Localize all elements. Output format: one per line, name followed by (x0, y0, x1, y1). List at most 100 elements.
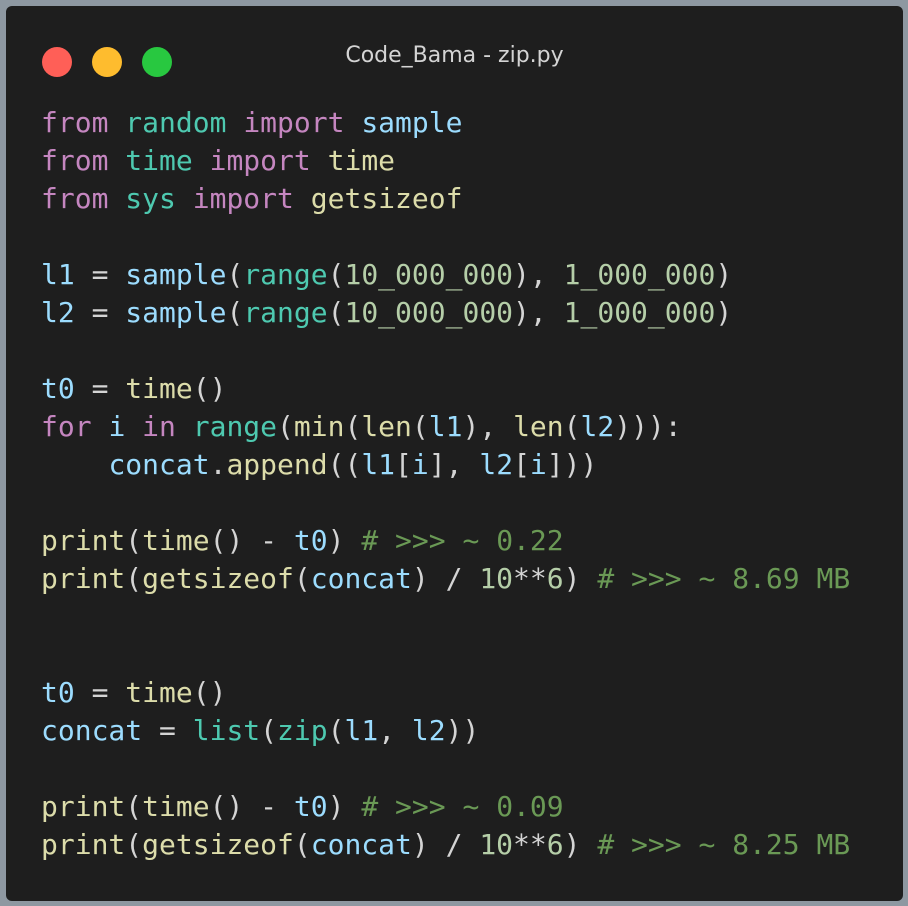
code-token: ** (513, 828, 547, 861)
code-token: ( (226, 296, 244, 329)
code-token: ], (428, 448, 480, 481)
code-token: ( (563, 410, 581, 443)
code-token: from (41, 144, 109, 177)
code-token: ) (715, 258, 733, 291)
code-token: ( (125, 524, 143, 557)
code-token: = (142, 714, 193, 747)
code-token: ( (125, 828, 143, 861)
code-line: for i in range(min(len(l1), len(l2))): (41, 408, 850, 446)
code-token: ) / (411, 562, 480, 595)
code-line: from random import sample (41, 104, 850, 142)
code-token: getsizeof (310, 182, 463, 215)
code-token: sample (125, 296, 227, 329)
code-token: l1 (41, 258, 75, 291)
code-token: # >>> ~ 0.09 (361, 790, 564, 823)
code-token: l2 (411, 714, 446, 747)
code-token: 6 (546, 828, 564, 861)
code-token: ) (327, 524, 362, 557)
code-token: # >>> ~ 8.25 MB (597, 828, 851, 861)
code-token: zip (277, 714, 328, 747)
code-line: concat.append((l1[i], l2[i])) (41, 446, 850, 484)
code-token: ( (327, 296, 345, 329)
code-line: print(getsizeof(concat) / 10**6) # >>> ~… (41, 560, 850, 598)
code-token: = (74, 676, 126, 709)
code-token: i (411, 448, 429, 481)
code-token: ( (125, 790, 143, 823)
code-line: l1 = sample(range(10_000_000), 1_000_000… (41, 256, 850, 294)
code-token: # >>> ~ 8.69 MB (597, 562, 851, 595)
code-token: concat (108, 448, 210, 481)
code-token: ), (513, 296, 564, 329)
code-token: len (361, 410, 412, 443)
code-token: 6 (546, 562, 564, 595)
code-token: = (74, 296, 126, 329)
code-token: [ (513, 448, 530, 481)
code-line: l2 = sample(range(10_000_000), 1_000_000… (41, 294, 850, 332)
code-line: print(getsizeof(concat) / 10**6) # >>> ~… (41, 826, 850, 864)
code-token: t0 (293, 524, 328, 557)
code-token: ))): (614, 410, 682, 443)
code-token: ) (327, 790, 362, 823)
code-token: = (74, 258, 126, 291)
title-bar: Code_Bama - zip.py (6, 6, 903, 116)
code-token: getsizeof (142, 828, 294, 861)
code-token: concat (310, 828, 412, 861)
code-token: print (41, 524, 126, 557)
code-token: concat (41, 714, 143, 747)
code-editor[interactable]: from random import sample from time impor… (41, 104, 850, 864)
code-token: l2 (479, 448, 514, 481)
code-token: min (293, 410, 345, 443)
code-token: from (41, 106, 109, 139)
code-token: l1 (428, 410, 463, 443)
code-token: . (209, 448, 227, 481)
code-token: () - (209, 790, 294, 823)
code-token: 1_000_000 (563, 258, 716, 291)
code-token: range (192, 410, 278, 443)
code-token: print (41, 562, 126, 595)
code-token: t0 (293, 790, 328, 823)
code-token: l1 (344, 714, 379, 747)
code-token: 10 (479, 562, 514, 595)
code-token: sample (125, 258, 227, 291)
code-token: print (41, 828, 126, 861)
code-token: len (513, 410, 564, 443)
code-token: , (378, 714, 412, 747)
code-token: import (243, 106, 345, 139)
code-token: t0 (41, 372, 75, 405)
code-token: list (192, 714, 261, 747)
code-token: time (142, 524, 210, 557)
code-token: l1 (361, 448, 396, 481)
code-token: import (209, 144, 311, 177)
code-token: ) (715, 296, 733, 329)
code-token: = (74, 372, 126, 405)
code-token: append (226, 448, 328, 481)
code-token: ) (563, 562, 598, 595)
code-line: t0 = time() (41, 370, 850, 408)
code-token: random (125, 106, 227, 139)
code-token: ), (462, 410, 514, 443)
code-line: from time import time (41, 142, 850, 180)
code-token: i (529, 448, 547, 481)
code-token: import (192, 182, 294, 215)
code-token: 1_000_000 (563, 296, 716, 329)
code-token: () (192, 372, 227, 405)
code-token: ( (293, 562, 311, 595)
code-token: range (243, 258, 328, 291)
code-token: ( (411, 410, 429, 443)
code-token: 10 (479, 828, 514, 861)
code-token: ( (344, 410, 362, 443)
code-line: print(time() - t0) # >>> ~ 0.09 (41, 788, 850, 826)
code-token: getsizeof (142, 562, 294, 595)
